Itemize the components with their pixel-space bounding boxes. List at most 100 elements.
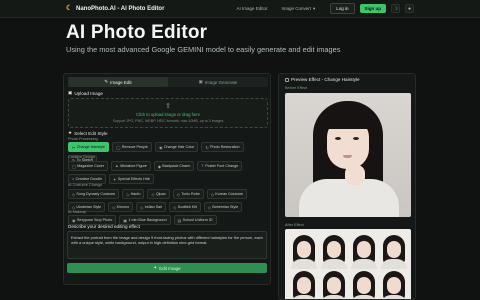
after-label: After Effect — [285, 223, 304, 227]
chip-label: Special Effects Hdb — [117, 177, 150, 181]
creative-design-chips: ▢ Magazine Cover ▲ Miniature Figure ◆ Backp… — [68, 161, 258, 184]
chip-label: Miniature Figure — [120, 164, 147, 168]
upload-icon: ⇪ — [165, 103, 171, 110]
chip-label: Bohemian Style — [212, 205, 239, 209]
preview-title: Preview Effect - Change Hairstyle — [285, 77, 360, 82]
editor-tabs: ✎ Image Edit ▣ Image Generate — [68, 77, 268, 87]
preview-icon — [285, 77, 289, 82]
signup-button[interactable]: Sign up — [359, 4, 386, 13]
chip-remove-people[interactable]: ◯ Remove People — [111, 142, 152, 152]
thumb-face — [327, 241, 341, 258]
chip-label: Sexypose Stop Photo — [76, 218, 113, 222]
chip-scottish-kilt[interactable]: ◇ Scottish Kilt — [169, 202, 201, 212]
style-label-icon: ★ — [68, 130, 73, 135]
tab-image-edit-label: Image Edit — [110, 79, 132, 85]
chip-label: Song Dynasty Costume — [76, 192, 116, 196]
group-ai-makeup: AI Makeup — [68, 210, 87, 214]
camera-icon: ◉ — [72, 218, 76, 223]
group-ai-costume: AI Costume Change — [68, 183, 103, 187]
chip-special-effects[interactable]: ✦ Special Effects Hdb — [109, 174, 154, 184]
charm-icon: ◆ — [157, 164, 161, 169]
thumb-body — [351, 259, 377, 269]
hairstyle-thumb — [319, 233, 347, 269]
hairstyle-thumb — [289, 269, 317, 299]
restore-icon: ↻ — [205, 145, 209, 150]
ai-costume-chips: ◇ Song Dynasty Costume ◇ Hanfu ◇ Qipao ◇ Tun… — [68, 189, 268, 212]
thumb-face — [327, 277, 341, 294]
costume-icon: ◇ — [210, 192, 214, 197]
top-bar: ☾ NanoPhoto.AI - AI Photo Editor AI Imag… — [0, 0, 480, 18]
chip-label: Remove People — [121, 145, 148, 149]
chevron-down-icon: ▾ — [312, 5, 316, 11]
group-photo-processing: Photo Processing — [68, 137, 98, 141]
costume-icon: ◇ — [176, 192, 180, 197]
style-section-label: ★ Select Edit Style — [68, 130, 108, 136]
hairstyle-thumb — [349, 233, 377, 269]
brand[interactable]: ☾ NanoPhoto.AI - AI Photo Editor — [66, 5, 164, 12]
chip-bohemian-style[interactable]: ◇ Bohemian Style — [203, 202, 243, 212]
language-icon[interactable]: ● — [405, 4, 414, 13]
prompt-textarea[interactable]: Extract the portrait from the image and … — [67, 231, 267, 259]
chip-miniature-figure[interactable]: ▲ Miniature Figure — [110, 161, 151, 171]
hairstyle-thumb — [379, 233, 407, 269]
page-title: AI Photo Editor — [66, 22, 208, 43]
upload-title: Click to upload image or drag here — [135, 112, 200, 117]
chip-magazine-cover[interactable]: ▢ Magazine Cover — [68, 161, 108, 171]
person-remove-icon: ◯ — [115, 145, 121, 150]
nav-image-convert[interactable]: Image Convert ▾ — [281, 6, 315, 12]
chip-backpack-charm[interactable]: ◆ Backpack Charm — [153, 161, 195, 171]
figure-icon: ▲ — [114, 164, 119, 168]
main-nav: AI Image Editor Image Convert ▾ — [236, 6, 315, 12]
id-card-icon: ▤ — [177, 218, 182, 223]
thumb-body — [291, 259, 317, 269]
chip-school-uniform-id[interactable]: ▤ School Uniform ID — [173, 215, 217, 225]
palette-icon: ◉ — [158, 145, 163, 150]
chip-kimono[interactable]: ◇ Kimono — [108, 202, 134, 212]
upload-dropzone[interactable]: ⇪ Click to upload image or drag here Sup… — [68, 98, 268, 128]
chip-change-hairstyle[interactable]: ✂ Change Hairstyle — [68, 142, 109, 152]
chip-tunic-robe[interactable]: ◇ Tunic Robe — [172, 189, 204, 199]
chip-korean-costume[interactable]: ◇ Korean Costume — [206, 189, 247, 199]
photo-hand — [345, 165, 365, 185]
chip-label: School Uniform ID — [182, 218, 213, 222]
chip-photo-restoration[interactable]: ↻ Photo Restoration — [201, 142, 244, 152]
wand-icon: ✦ — [153, 265, 158, 270]
costume-icon: ◇ — [72, 205, 75, 210]
theme-toggle-icon[interactable]: ☽ — [391, 4, 400, 13]
upload-hint: Support JPG, PNG, WEBP, HEIC formats, ma… — [112, 119, 224, 123]
chip-label: Kimono — [116, 205, 130, 209]
chip-label: Qipao — [155, 192, 166, 196]
chip-song-dynasty[interactable]: ◇ Song Dynasty Costume — [68, 189, 120, 199]
login-button[interactable]: Log in — [330, 3, 355, 14]
tab-image-generate[interactable]: ▣ Image Generate — [168, 77, 268, 87]
upload-label-icon: ▣ — [68, 90, 73, 95]
costume-icon: ◇ — [151, 192, 155, 197]
chip-qipao[interactable]: ◇ Qipao — [147, 189, 170, 199]
costume-icon: ◇ — [207, 205, 211, 210]
thumb-body — [321, 259, 347, 269]
chip-hanfu[interactable]: ◇ Hanfu — [122, 189, 145, 199]
thumb-face — [357, 277, 371, 294]
edit-image-button[interactable]: ✦ Edit Image — [67, 263, 267, 273]
hairstyle-thumb — [289, 233, 317, 269]
tab-image-edit[interactable]: ✎ Image Edit — [68, 77, 168, 87]
brand-name: NanoPhoto.AI - AI Photo Editor — [76, 5, 165, 12]
page-subtitle: Using the most advanced Google GEMINI mo… — [66, 45, 341, 54]
chip-poster-font-change[interactable]: T Poster Font Change — [197, 161, 243, 171]
chip-label: Change Hair Color — [163, 145, 195, 149]
chip-label: Tunic Robe — [181, 192, 200, 196]
chip-label: Change Hairstyle — [76, 145, 105, 149]
before-photo — [285, 93, 411, 217]
photo-left-eye — [335, 137, 341, 140]
chip-label: Korean Costume — [215, 192, 243, 196]
costume-icon: ◇ — [72, 192, 75, 197]
chip-label: Photo Restoration — [210, 145, 240, 149]
background-icon: ▣ — [123, 218, 127, 223]
nav-ai-image-editor[interactable]: AI Image Editor — [236, 6, 267, 12]
chip-label: Ukrainian Style — [76, 205, 102, 209]
chip-change-hair-color[interactable]: ◉ Change Hair Color — [154, 142, 199, 152]
thumb-face — [297, 277, 311, 294]
chip-indian-sari[interactable]: ◇ Indian Sari — [136, 202, 167, 212]
costume-icon: ◇ — [126, 192, 130, 197]
costume-icon: ◇ — [140, 205, 144, 210]
